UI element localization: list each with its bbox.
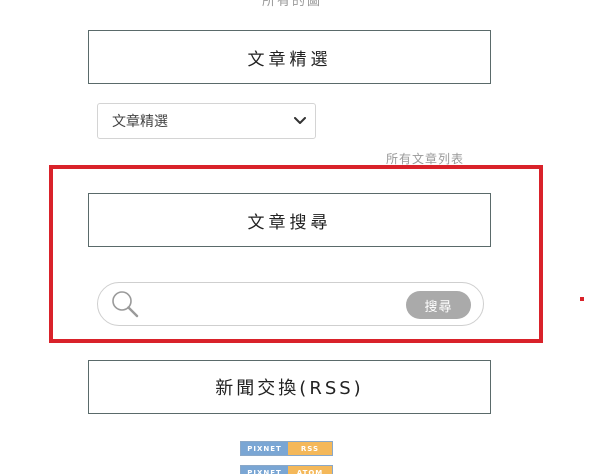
featured-select-value: 文章精選 (112, 114, 168, 130)
chevron-down-icon (293, 114, 307, 128)
pixnet-rss-badge[interactable]: PIXNET RSS (240, 441, 333, 456)
badge-format: RSS (288, 442, 332, 455)
archive-link[interactable]: 所有的圖 (262, 0, 322, 9)
sidebar-page: 所有的圖 文章精選 文章精選 所有文章列表 文章搜尋 搜尋 新聞交換(RSS) … (0, 0, 613, 474)
featured-articles-heading: 文章精選 (88, 30, 491, 84)
badge-brand: PIXNET (241, 442, 288, 455)
badge-brand: PIXNET (241, 466, 288, 474)
red-marker (580, 297, 584, 301)
rss-heading: 新聞交換(RSS) (88, 360, 491, 414)
featured-articles-select[interactable]: 文章精選 (97, 103, 316, 139)
pixnet-atom-badge[interactable]: PIXNET ATOM (240, 465, 333, 474)
highlight-frame (49, 165, 543, 343)
badge-format: ATOM (288, 466, 332, 474)
